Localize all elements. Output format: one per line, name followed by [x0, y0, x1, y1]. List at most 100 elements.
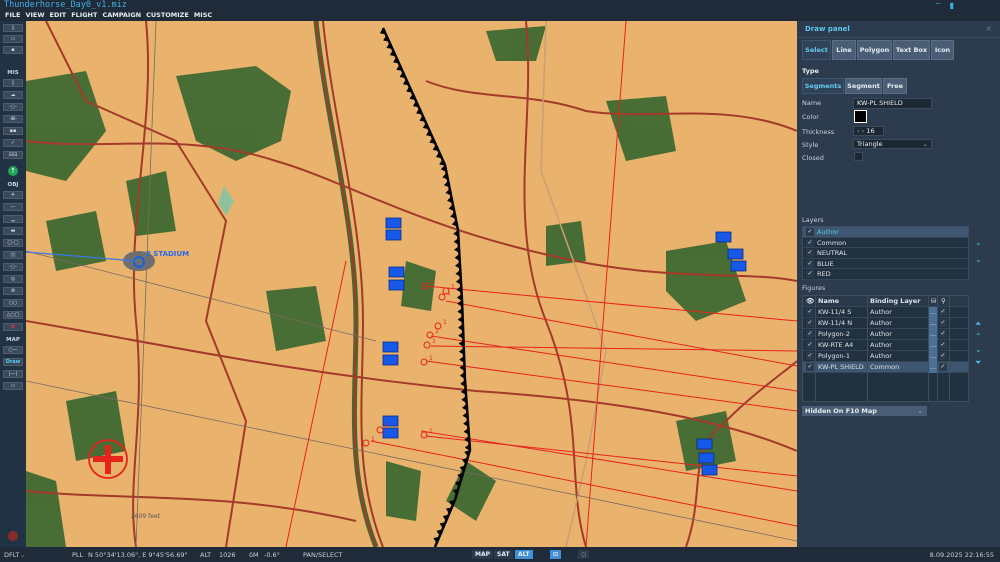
figure-layer-button[interactable]: ... [929, 351, 937, 362]
figure-row[interactable]: ✓ Polygon-1 Author... ✓ [803, 351, 968, 362]
figure-layer-button[interactable]: ... [929, 329, 937, 340]
check-button[interactable]: ✓ [3, 139, 23, 147]
open-file-button[interactable]: ▭ [3, 35, 23, 43]
group-button[interactable]: □-□ [3, 239, 23, 247]
move-down-icon[interactable]: ⌄ [975, 345, 982, 354]
figure-visible-checkbox[interactable]: ✓ [806, 341, 814, 349]
draw-button[interactable]: Draw [3, 358, 23, 366]
figure-row[interactable]: ✓ KW-PL SHIELD Common... ✓ [803, 362, 968, 373]
delete-target-button[interactable]: ⊗ [3, 287, 23, 295]
menu-flight[interactable]: FLIGHT [71, 11, 97, 21]
vehicle-button[interactable]: ▬ [3, 227, 23, 235]
tool-polygon[interactable]: Polygon [857, 40, 892, 60]
map-view[interactable]: 3 STADIUM 2609 feet 1111111111 [26, 21, 797, 547]
menu-file[interactable]: FILE [5, 11, 20, 21]
close-icon[interactable]: × [985, 24, 992, 33]
map-mode-map[interactable]: MAP [472, 550, 494, 559]
layer-item[interactable]: ✓ RED [803, 269, 968, 280]
target-button[interactable]: ◎ [3, 275, 23, 283]
figure-visible-checkbox[interactable]: ✓ [806, 330, 814, 338]
ruler-button[interactable]: ○— [3, 346, 23, 354]
figure-f10-checkbox[interactable]: ✓ [939, 363, 947, 371]
menu-view[interactable]: VIEW [25, 11, 44, 21]
color-swatch[interactable] [854, 110, 867, 123]
figure-visible-checkbox[interactable]: ✓ [806, 308, 814, 316]
new-file-button[interactable]: ▯ [3, 24, 23, 32]
layer-item[interactable]: ✓ BLUE [803, 259, 968, 269]
plane-button[interactable]: ✈ [3, 191, 23, 199]
tool-line[interactable]: Line [832, 40, 856, 60]
up-arrow-icon[interactable]: ↑ [8, 166, 18, 176]
type-segment[interactable]: Segment [845, 78, 882, 94]
layer-checkbox[interactable]: ✓ [806, 249, 814, 257]
move-top-icon[interactable]: ⏶ [975, 319, 981, 329]
figure-layer-button[interactable]: ... [929, 307, 937, 318]
layer-checkbox[interactable]: ✓ [806, 270, 814, 278]
layer-checkbox[interactable]: ✓ [806, 238, 814, 247]
map-mode-sat[interactable]: SAT [494, 550, 513, 559]
map-mode-alt[interactable]: ALT [515, 550, 533, 559]
layer-item[interactable]: ✓ Author [803, 227, 968, 238]
thickness-stepper[interactable]: ‹ › 16 [853, 126, 884, 136]
briefing-button[interactable]: ▯ [3, 79, 23, 87]
figure-layer-button[interactable]: ... [929, 318, 937, 329]
header-binding-layer[interactable]: Binding Layer [870, 296, 920, 307]
static-button[interactable]: ◊◊ [3, 251, 23, 259]
menu-edit[interactable]: EDIT [50, 11, 67, 21]
figure-f10-checkbox[interactable]: ✓ [939, 319, 947, 327]
layer-checkbox[interactable]: ✓ [806, 259, 814, 268]
tool-icon[interactable]: Icon [931, 40, 954, 60]
weather-button[interactable]: ☁ [3, 91, 23, 99]
ship-button[interactable]: ▁ [3, 215, 23, 223]
layer-item[interactable]: ✓ Common [803, 238, 968, 248]
menu-campaign[interactable]: CAMPAIGN [102, 11, 141, 21]
type-free[interactable]: Free [883, 78, 907, 94]
clock-button[interactable]: ◌ [578, 550, 590, 559]
tool-textbox[interactable]: Text Box [893, 40, 930, 60]
measure-button[interactable]: |—| [3, 370, 23, 378]
layer-up-icon[interactable]: ⌃ [975, 242, 982, 251]
layer-down-icon[interactable]: ⌄ [975, 255, 982, 264]
exit-icon[interactable] [8, 531, 18, 541]
move-bottom-icon[interactable]: ⏷ [975, 358, 981, 368]
trigger-zone-button[interactable]: -⊠- [3, 115, 23, 123]
triggers-button[interactable]: -○- [3, 103, 23, 111]
figure-visible-checkbox[interactable]: ✓ [806, 363, 814, 371]
layer-checkbox[interactable]: ✓ [806, 228, 814, 236]
goals-button[interactable]: ▪▪ [3, 127, 23, 135]
closed-checkbox[interactable] [854, 152, 863, 161]
figure-row[interactable]: ✓ KW-11/4 S Author... ✓ [803, 307, 968, 318]
eye-icon[interactable]: 👁 [806, 296, 814, 307]
battery-icon[interactable]: ▮ [950, 1, 954, 11]
save-file-button[interactable]: ▪ [3, 46, 23, 54]
header-name[interactable]: Name [818, 296, 839, 307]
wifi-icon[interactable]: ⌔ [934, 1, 942, 11]
figure-visible-checkbox[interactable]: ✓ [806, 319, 814, 327]
figure-f10-checkbox[interactable]: ✓ [939, 341, 947, 349]
map-canvas[interactable]: 3 STADIUM 2609 feet 1111111111 [26, 21, 797, 547]
map-options-button[interactable]: ▭ [3, 382, 23, 390]
move-up-icon[interactable]: ⌃ [975, 332, 982, 341]
coord-label[interactable]: PLL [72, 551, 83, 559]
formation-button[interactable]: ○○ [3, 299, 23, 307]
figure-layer-button[interactable]: ... [929, 362, 937, 373]
figure-row[interactable]: ✓ KW-RTE A4 Author... ✓ [803, 340, 968, 351]
figure-visible-checkbox[interactable]: ✓ [806, 352, 814, 360]
figure-f10-checkbox[interactable]: ✓ [939, 352, 947, 360]
type-segments[interactable]: Segments [802, 78, 844, 94]
figure-row[interactable]: ✓ KW-11/4 N Author... ✓ [803, 318, 968, 329]
figure-row[interactable]: ✓ Polygon-2 Author... ✓ [803, 329, 968, 340]
stepper-arrows-icon[interactable]: ‹ › [857, 127, 866, 135]
figure-layer-button[interactable]: ... [929, 340, 937, 351]
tool-select[interactable]: Select [802, 40, 831, 60]
name-input[interactable]: KW-PL SHIELD [853, 98, 932, 109]
style-select[interactable]: Triangle ⌄ [853, 139, 932, 149]
profile-select[interactable]: DFLT [4, 551, 19, 559]
helicopter-button[interactable]: — [3, 203, 23, 211]
resources-button[interactable]: ⊟⊟ [3, 151, 23, 159]
template-button[interactable]: -○- [3, 263, 23, 271]
figure-f10-checkbox[interactable]: ✓ [939, 308, 947, 316]
figure-f10-checkbox[interactable]: ✓ [939, 330, 947, 338]
layer-item[interactable]: ✓ NEUTRAL [803, 248, 968, 259]
shapes-button[interactable]: △○□ [3, 311, 23, 319]
